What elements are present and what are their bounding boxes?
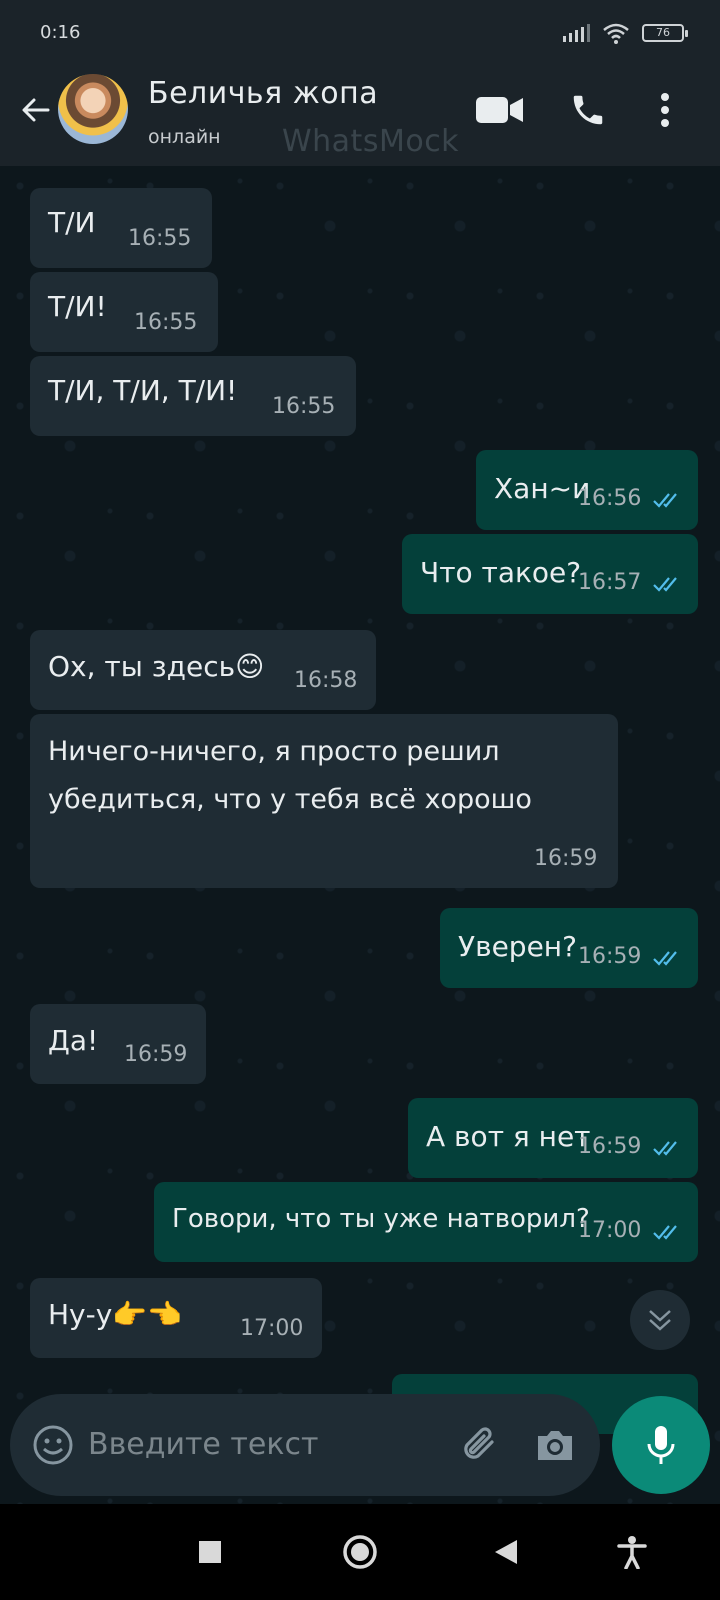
message-bubble-outgoing[interactable]: Что такое? 16:57 xyxy=(402,534,698,614)
video-camera-icon xyxy=(476,97,523,123)
message-bubble-incoming[interactable]: Т/И, Т/И, Т/И! 16:55 xyxy=(30,356,356,436)
accessibility-icon xyxy=(617,1536,647,1569)
chevron-double-down-icon xyxy=(649,1310,671,1331)
message-text: А вот я нет xyxy=(426,1120,591,1153)
message-bubble-outgoing[interactable]: Хан~и 16:56 xyxy=(476,450,698,530)
circle-icon xyxy=(343,1535,377,1569)
message-text: Т/И! xyxy=(48,290,107,323)
message-text: Что такое? xyxy=(420,556,582,589)
signal-icon xyxy=(563,24,590,42)
read-ticks-icon xyxy=(653,1141,677,1156)
read-ticks-icon xyxy=(653,951,677,966)
more-vertical-icon xyxy=(661,93,669,127)
message-time: 17:00 xyxy=(578,1218,642,1243)
wifi-icon xyxy=(603,23,629,44)
paperclip-icon[interactable] xyxy=(458,1422,504,1468)
message-time: 16:59 xyxy=(578,1134,642,1159)
camera-icon[interactable] xyxy=(534,1424,576,1466)
voice-record-button[interactable] xyxy=(612,1396,710,1494)
read-ticks-icon xyxy=(653,493,677,508)
video-call-button[interactable] xyxy=(474,86,526,134)
message-bubble-outgoing[interactable]: Говори, что ты уже натворил? 17:00 xyxy=(154,1182,698,1262)
status-icons: 76 xyxy=(562,22,688,44)
message-bubble-incoming[interactable]: Да! 16:59 xyxy=(30,1004,206,1084)
message-time: 16:58 xyxy=(294,668,358,693)
message-time: 16:55 xyxy=(272,394,336,419)
message-bubble-incoming[interactable]: Ох, ты здесь😊 16:58 xyxy=(30,630,376,710)
system-navigation-bar xyxy=(0,1504,720,1600)
message-text: Ну-у👉👈 xyxy=(48,1298,183,1331)
message-composer xyxy=(10,1394,600,1496)
message-bubble-outgoing[interactable]: Уверен? 16:59 xyxy=(440,908,698,988)
emoji-icon[interactable] xyxy=(32,1424,74,1466)
message-text: Да! xyxy=(48,1024,99,1057)
message-bubble-incoming[interactable]: Ничего-ничего, я просто решил убедиться,… xyxy=(30,714,618,888)
contact-avatar[interactable] xyxy=(58,74,128,144)
message-time: 16:55 xyxy=(128,226,192,251)
scroll-to-bottom-button[interactable] xyxy=(630,1290,690,1350)
back-button[interactable] xyxy=(486,1532,526,1572)
message-text: Уверен? xyxy=(458,930,577,963)
message-time: 17:00 xyxy=(240,1316,304,1341)
message-time: 16:56 xyxy=(578,486,642,511)
microphone-icon xyxy=(647,1426,675,1464)
home-button[interactable] xyxy=(340,1532,380,1572)
watermark: WhatsMock xyxy=(282,124,460,159)
message-time: 16:59 xyxy=(534,846,598,871)
message-time: 16:55 xyxy=(134,310,198,335)
message-bubble-outgoing[interactable]: А вот я нет 16:59 xyxy=(408,1098,698,1178)
message-text: Т/И, Т/И, Т/И! xyxy=(48,374,238,407)
chat-messages-area[interactable]: Т/И 16:55 Т/И! 16:55 Т/И, Т/И, Т/И! 16:5… xyxy=(0,166,720,1504)
chat-header: Беличья жопа онлайн WhatsMock xyxy=(0,56,720,166)
contact-name[interactable]: Беличья жопа xyxy=(148,76,378,111)
contact-status: онлайн xyxy=(148,126,221,148)
message-time: 16:59 xyxy=(124,1042,188,1067)
status-bar: 0:16 76 xyxy=(0,0,720,56)
message-bubble-incoming[interactable]: Т/И! 16:55 xyxy=(30,272,218,352)
accessibility-button[interactable] xyxy=(612,1532,652,1572)
menu-button[interactable] xyxy=(650,86,680,134)
message-text: Ох, ты здесь😊 xyxy=(48,650,265,683)
status-time: 0:16 xyxy=(40,22,81,43)
message-text-line-2: убедиться, что у тебя всё хорошо xyxy=(48,784,532,815)
message-bubble-incoming[interactable]: Ну-у👉👈 17:00 xyxy=(30,1278,322,1358)
voice-call-button[interactable] xyxy=(562,86,614,134)
square-icon xyxy=(199,1541,221,1563)
recent-apps-button[interactable] xyxy=(190,1532,230,1572)
message-bubble-incoming[interactable]: Т/И 16:55 xyxy=(30,188,212,268)
message-text: Говори, что ты уже натворил? xyxy=(172,1204,590,1234)
battery-indicator: 76 xyxy=(642,24,688,42)
read-ticks-icon xyxy=(653,577,677,592)
message-text: Т/И xyxy=(48,206,96,239)
back-arrow-icon[interactable] xyxy=(18,92,54,128)
phone-icon xyxy=(573,95,603,125)
message-text-line-1: Ничего-ничего, я просто решил xyxy=(48,736,500,767)
message-time: 16:57 xyxy=(578,570,642,595)
message-time: 16:59 xyxy=(578,944,642,969)
message-input[interactable] xyxy=(88,1414,438,1474)
read-ticks-icon xyxy=(653,1225,677,1240)
triangle-back-icon xyxy=(495,1540,517,1564)
message-text: Хан~и xyxy=(494,472,591,505)
